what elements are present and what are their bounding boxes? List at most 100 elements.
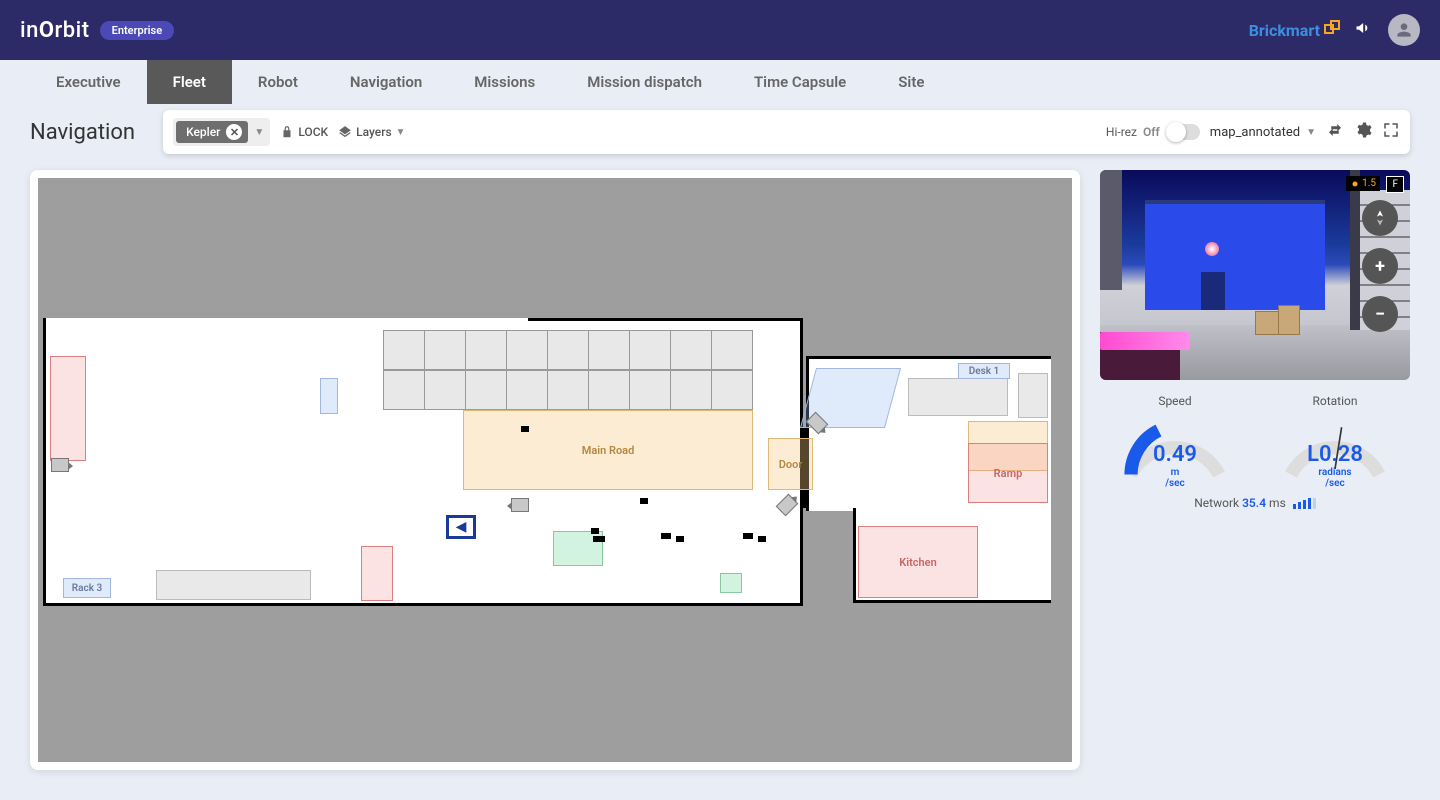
robot-selector[interactable]: Kepler ✕ ▼: [173, 118, 270, 146]
gear-icon[interactable]: [1354, 121, 1372, 143]
tab-robot[interactable]: Robot: [232, 60, 324, 104]
map-marker: [593, 536, 605, 542]
map-marker: [743, 533, 753, 539]
logo-accent: O: [39, 18, 55, 43]
megaphone-icon[interactable]: [1354, 18, 1374, 43]
brand-icon: [1324, 20, 1340, 40]
speed-value: 0.49 m /sec: [1120, 442, 1230, 489]
page-title: Navigation: [30, 120, 135, 145]
zoom-in-button[interactable]: +: [1362, 248, 1398, 284]
signal-bars-icon: [1293, 498, 1316, 509]
lock-label: LOCK: [298, 125, 328, 139]
camera-icon[interactable]: [51, 458, 69, 472]
tab-executive[interactable]: Executive: [30, 60, 147, 104]
zone-red-small[interactable]: [361, 546, 393, 601]
tab-missions[interactable]: Missions: [448, 60, 561, 104]
speed-title: Speed: [1120, 394, 1230, 408]
cam-pillar-l: [1100, 170, 1122, 290]
network-value: 35.4: [1242, 496, 1266, 510]
topbar-left: inOrbit Enterprise: [20, 18, 174, 43]
network-label: Network: [1194, 496, 1239, 510]
chevron-down-icon: ▼: [1306, 127, 1316, 138]
tab-navigation[interactable]: Navigation: [324, 60, 448, 104]
zone-rack3[interactable]: Rack 3: [63, 578, 111, 598]
zone-left-top[interactable]: [50, 356, 86, 461]
cam-countertop: [1100, 332, 1190, 350]
zone-ramp[interactable]: Ramp: [968, 443, 1048, 503]
topbar-right: Brickmart: [1249, 14, 1420, 46]
network-unit: ms: [1269, 496, 1286, 510]
nav-tabs: Executive Fleet Robot Navigation Mission…: [0, 60, 1440, 104]
zone-kitchen[interactable]: Kitchen: [858, 526, 978, 598]
speed-gauge: Speed 0.49 m /sec: [1120, 394, 1230, 482]
map-marker: [640, 498, 648, 504]
map-marker: [521, 426, 529, 432]
remove-robot-icon[interactable]: ✕: [226, 124, 242, 140]
plan-badge: Enterprise: [100, 21, 175, 40]
brand-link[interactable]: Brickmart: [1249, 20, 1340, 40]
zone-small-blue[interactable]: [320, 378, 338, 414]
chevron-down-icon: ▼: [396, 127, 406, 138]
hirez-toggle-group: Hi-rez Off: [1106, 124, 1200, 140]
zone-main-road[interactable]: Main Road: [463, 410, 753, 490]
gauges: Speed 0.49 m /sec Rotation L0.28 rad: [1100, 394, 1410, 482]
rotation-gauge: Rotation L0.28 radians /sec: [1280, 394, 1390, 482]
cam-building: [1145, 200, 1325, 310]
logo-suffix: rbit: [55, 18, 90, 43]
camera-mode-badge[interactable]: F: [1386, 176, 1404, 193]
top-bar: inOrbit Enterprise Brickmart: [0, 0, 1440, 60]
toolbar: Kepler ✕ ▼ LOCK Layers ▼ Hi-rez Off map_…: [163, 110, 1410, 154]
camera-latency-badge: 1.5: [1346, 176, 1380, 191]
logo-prefix: in: [20, 18, 39, 43]
tab-fleet[interactable]: Fleet: [147, 60, 232, 104]
robot-marker[interactable]: [446, 515, 476, 539]
network-status: Network 35.4 ms: [1100, 496, 1410, 510]
logo[interactable]: inOrbit: [20, 18, 90, 43]
compass-button[interactable]: [1362, 200, 1398, 236]
layers-label: Layers: [356, 125, 392, 139]
layers-icon: [338, 125, 352, 139]
brand-text: Brickmart: [1249, 21, 1320, 40]
swap-icon[interactable]: [1326, 121, 1344, 143]
avatar[interactable]: [1388, 14, 1420, 46]
robot-name: Kepler: [186, 125, 220, 139]
zone-desk1[interactable]: Desk 1: [958, 363, 1010, 379]
map-marker: [661, 533, 671, 539]
cam-door: [1201, 272, 1225, 310]
map-name: map_annotated: [1210, 125, 1300, 140]
zone-gray-1[interactable]: [908, 378, 1008, 416]
zone-door[interactable]: Door: [768, 438, 813, 490]
zone-gray-2[interactable]: [1018, 373, 1048, 418]
hirez-state: Off: [1143, 125, 1160, 139]
map-marker: [591, 528, 599, 534]
robot-chip[interactable]: Kepler ✕: [176, 121, 248, 143]
camera-icon[interactable]: [511, 498, 529, 512]
cam-box: [1278, 305, 1300, 335]
map-canvas[interactable]: Main Road Door Desk 1 Ramp Kitchen Rack …: [38, 178, 1072, 762]
rotation-dial: L0.28 radians /sec: [1280, 412, 1390, 482]
tab-time-capsule[interactable]: Time Capsule: [728, 60, 872, 104]
map-panel: Main Road Door Desk 1 Ramp Kitchen Rack …: [30, 170, 1080, 770]
zoom-out-button[interactable]: −: [1362, 296, 1398, 332]
content: Main Road Door Desk 1 Ramp Kitchen Rack …: [0, 154, 1440, 786]
lock-button[interactable]: LOCK: [280, 125, 328, 139]
lock-icon: [280, 125, 294, 139]
zone-gray-bottom[interactable]: [156, 570, 311, 600]
chevron-down-icon[interactable]: ▼: [254, 127, 264, 138]
hirez-label: Hi-rez: [1106, 125, 1137, 139]
zone-green-2[interactable]: [720, 573, 742, 593]
tab-mission-dispatch[interactable]: Mission dispatch: [561, 60, 728, 104]
hirez-toggle[interactable]: [1166, 124, 1200, 140]
speed-dial: 0.49 m /sec: [1120, 412, 1230, 482]
shelf-grid: [383, 330, 753, 410]
rotation-title: Rotation: [1280, 394, 1390, 408]
cam-logo: [1205, 242, 1219, 256]
map-marker: [676, 536, 684, 542]
map-selector[interactable]: map_annotated ▼: [1210, 125, 1316, 140]
tab-site[interactable]: Site: [872, 60, 950, 104]
rotation-value: L0.28 radians /sec: [1280, 442, 1390, 489]
cam-pillar-r: [1350, 170, 1360, 330]
layers-button[interactable]: Layers ▼: [338, 125, 405, 139]
fullscreen-icon[interactable]: [1382, 121, 1400, 143]
page-header: Navigation Kepler ✕ ▼ LOCK Layers ▼ Hi-r…: [0, 104, 1440, 154]
